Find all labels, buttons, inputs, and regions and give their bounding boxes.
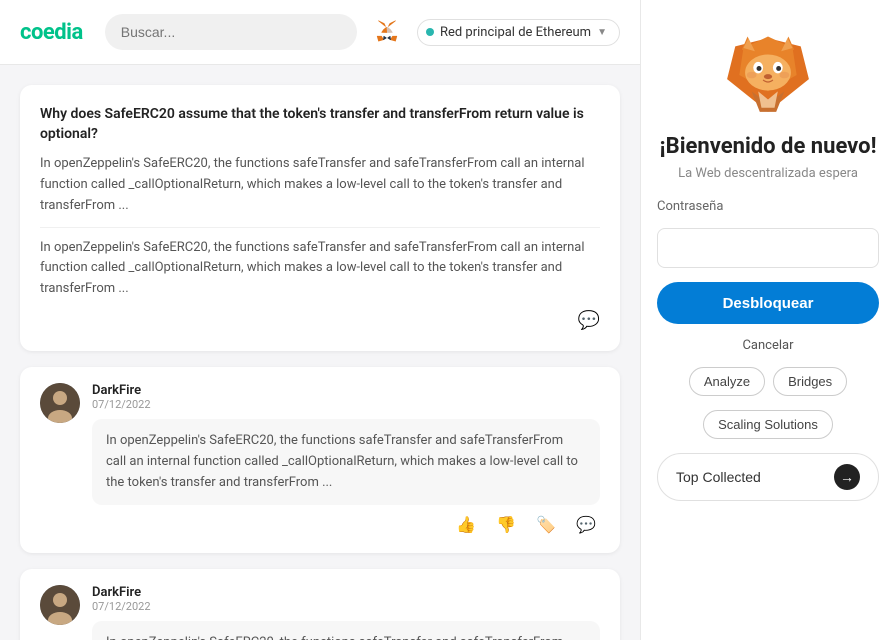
question-body-1: In openZeppelin's SafeERC20, the functio…	[40, 154, 600, 216]
reply-bubble-2: In openZeppelin's SafeERC20, the functio…	[92, 621, 600, 640]
comment-icon[interactable]: 💬	[578, 310, 600, 331]
reply-content-1: DarkFire 07/12/2022 In openZeppelin's Sa…	[92, 383, 600, 537]
main-content: Why does SafeERC20 assume that the token…	[0, 65, 640, 640]
tag-row-1: Analyze Bridges	[657, 367, 879, 396]
thumbs-down-button-1[interactable]: 👎	[492, 513, 520, 537]
network-label: Red principal de Ethereum	[440, 25, 591, 40]
scaling-solutions-tag[interactable]: Scaling Solutions	[703, 410, 833, 439]
password-input[interactable]	[657, 228, 879, 268]
reply-date-2: 07/12/2022	[92, 600, 600, 613]
avatar-1	[40, 383, 80, 423]
comment-button-1[interactable]: 💬	[572, 513, 600, 537]
welcome-subtitle: La Web descentralizada espera	[659, 166, 876, 181]
arrow-right-icon: →	[834, 464, 860, 490]
reply-username-2: DarkFire	[92, 585, 600, 600]
thumbs-up-button-1[interactable]: 👍	[452, 513, 480, 537]
top-collected-button[interactable]: Top Collected →	[657, 453, 879, 501]
cancel-link[interactable]: Cancelar	[742, 338, 793, 353]
question-body-2: In openZeppelin's SafeERC20, the functio…	[40, 227, 600, 300]
left-panel: coedia Red principal de Ethereum ▼ Why	[0, 0, 640, 640]
welcome-section: ¡Bienvenido de nuevo! La Web descentrali…	[659, 134, 876, 181]
reply-card-1: DarkFire 07/12/2022 In openZeppelin's Sa…	[20, 367, 620, 553]
reply-bubble-1: In openZeppelin's SafeERC20, the functio…	[92, 419, 600, 505]
header: coedia Red principal de Ethereum ▼	[0, 0, 640, 65]
right-panel: ¡Bienvenido de nuevo! La Web descentrali…	[640, 0, 895, 640]
reply-content-2: DarkFire 07/12/2022 In openZeppelin's Sa…	[92, 585, 600, 640]
network-dropdown[interactable]: Red principal de Ethereum ▼	[417, 19, 620, 46]
welcome-title: ¡Bienvenido de nuevo!	[659, 134, 876, 160]
question-card: Why does SafeERC20 assume that the token…	[20, 85, 620, 351]
reply-actions-1: 👍 👎 🏷️ 💬	[92, 513, 600, 537]
search-input[interactable]	[105, 14, 357, 50]
bookmark-button-1[interactable]: 🏷️	[532, 513, 560, 537]
analyze-tag[interactable]: Analyze	[689, 367, 765, 396]
logo[interactable]: coedia	[20, 20, 83, 45]
metamask-header-icon[interactable]	[369, 14, 405, 50]
password-label: Contraseña	[657, 199, 723, 214]
avatar-2	[40, 585, 80, 625]
unlock-button[interactable]: Desbloquear	[657, 282, 879, 324]
reply-card-2: DarkFire 07/12/2022 In openZeppelin's Sa…	[20, 569, 620, 640]
question-title: Why does SafeERC20 assume that the token…	[40, 105, 600, 144]
reply-date-1: 07/12/2022	[92, 398, 600, 411]
bridges-tag[interactable]: Bridges	[773, 367, 847, 396]
reply-username-1: DarkFire	[92, 383, 600, 398]
chevron-down-icon: ▼	[597, 27, 607, 38]
metamask-fox	[718, 30, 818, 120]
tag-row-2: Scaling Solutions	[657, 410, 879, 439]
network-status-dot	[426, 28, 434, 36]
top-collected-label: Top Collected	[676, 469, 761, 485]
